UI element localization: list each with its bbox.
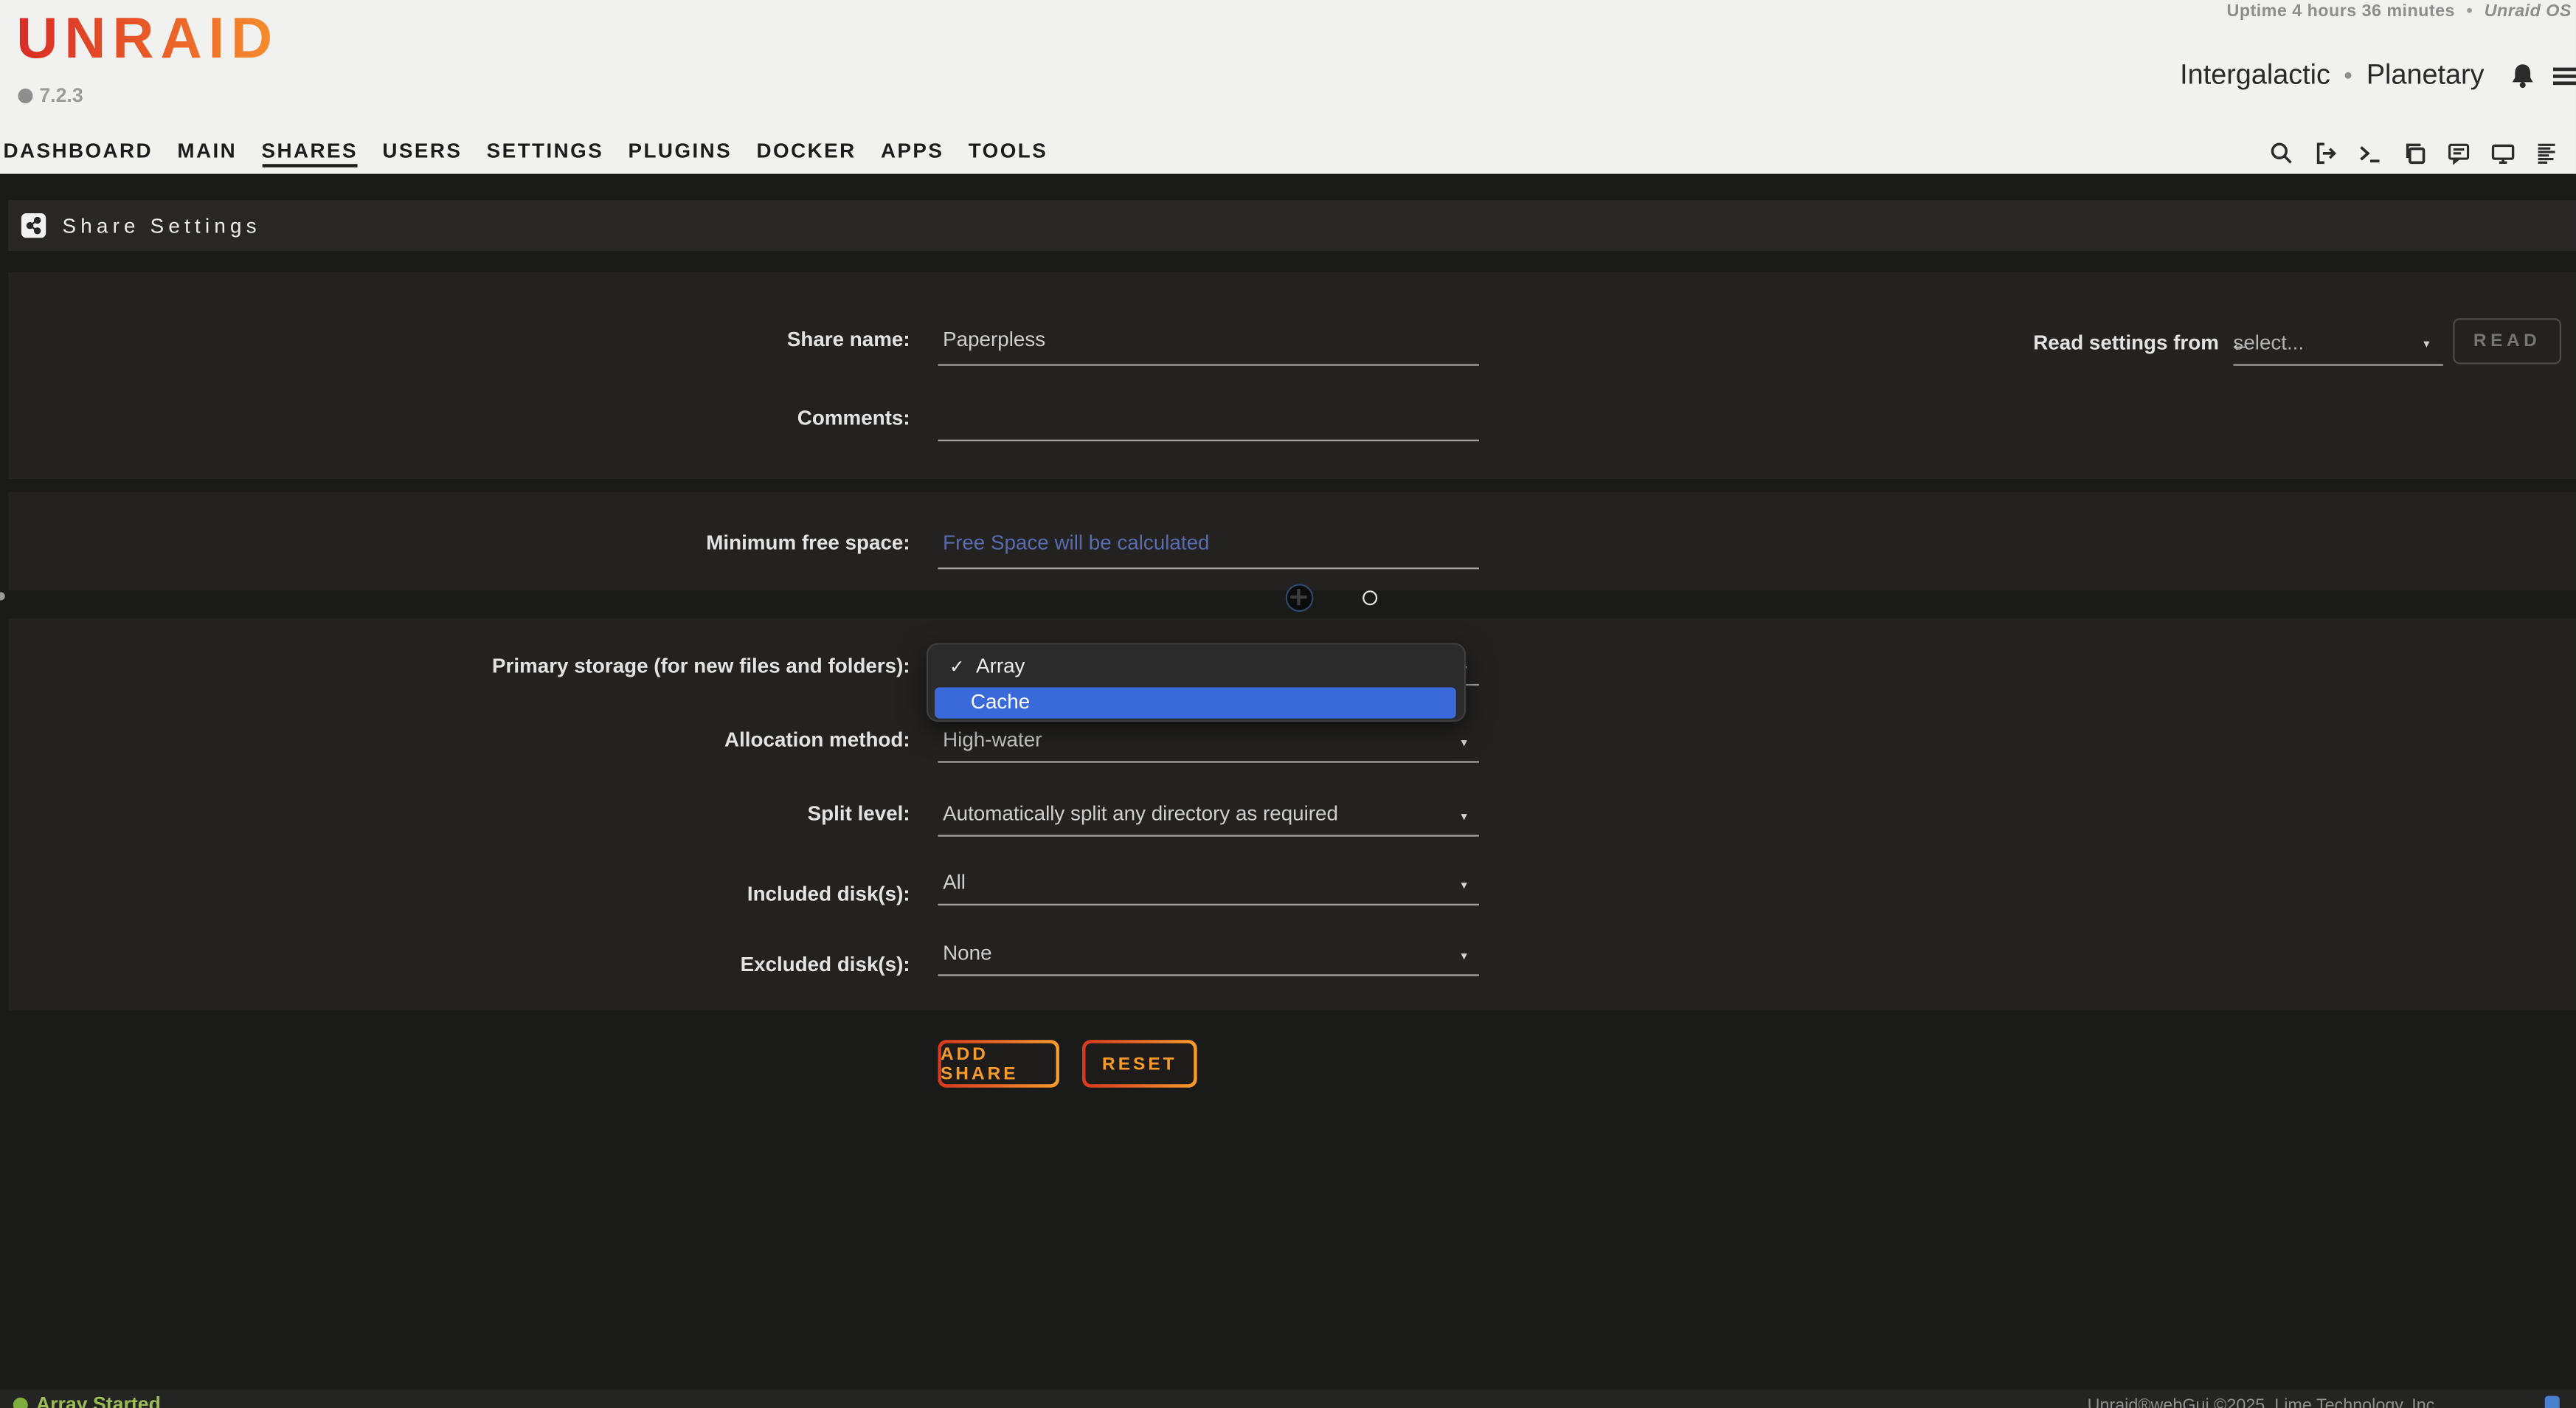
nav-item-docker[interactable]: DOCKER (757, 139, 856, 167)
nav-item-plugins[interactable]: PLUGINS (629, 139, 733, 167)
comments-label: Comments: (0, 407, 910, 429)
uptime-separator-dot: • (2467, 1, 2473, 21)
share-name-underline (938, 364, 1479, 366)
excluded-disks-select[interactable]: None (943, 942, 991, 964)
dropdown-option-array-label: Array (976, 655, 1025, 677)
excluded-disks-caret-icon[interactable]: ▾ (1461, 948, 1467, 963)
read-settings-label-text: Read settings from (2033, 331, 2219, 354)
version-text: 7.2.3 (39, 83, 83, 106)
share-name-label: Share name: (0, 328, 910, 351)
array-status-text: Array Started (36, 1393, 161, 1408)
uptime-text: Uptime 4 hours 36 minutes (2227, 1, 2455, 21)
allocation-method-caret-icon[interactable]: ▾ (1461, 735, 1467, 750)
edge-dot (0, 592, 5, 600)
split-level-label: Split level: (0, 802, 910, 825)
cursor-move-icon (1286, 584, 1314, 612)
min-free-space-input[interactable]: Free Space will be calculated (943, 531, 1209, 554)
footer: Array Started Unraid®webGui ©2025, Lime … (0, 1390, 2576, 1408)
split-level-caret-icon[interactable]: ▾ (1461, 809, 1467, 824)
unraid-share-settings-screen: Uptime 4 hours 36 minutes • Unraid OS Star… (0, 0, 2576, 1408)
min-free-space-label: Minimum free space: (0, 531, 910, 554)
read-settings-underline (2233, 364, 2443, 366)
page-titlebar: Share Settings (8, 200, 2576, 251)
included-disks-label: Included disk(s): (0, 883, 910, 905)
dropdown-option-array[interactable]: ✓ Array (949, 655, 1025, 677)
reset-button[interactable]: RESET (1082, 1040, 1197, 1087)
dropdown-option-cache[interactable]: Cache (935, 687, 1456, 718)
copyright-text: Unraid®webGui ©2025, Lime Technology, In… (2088, 1396, 2440, 1408)
server-identity: Intergalactic Planetary (2180, 59, 2576, 92)
min-free-space-underline (938, 567, 1479, 570)
allocation-method-label: Allocation method: (0, 728, 910, 751)
included-disks-select[interactable]: All (943, 871, 966, 894)
server-separator-dot (2345, 72, 2352, 79)
read-settings-label: Read settings from ← (2033, 331, 2251, 354)
included-disks-caret-icon[interactable]: ▾ (1461, 877, 1467, 892)
toolbar-icons (2269, 131, 2576, 174)
comments-underline (938, 440, 1479, 442)
main-nav: DASHBOARD MAIN SHARES USERS SETTINGS PLU… (3, 131, 1048, 174)
included-disks-underline (938, 904, 1479, 906)
nav-item-users[interactable]: USERS (382, 139, 462, 167)
terminal-icon[interactable] (2358, 140, 2382, 165)
server-name: Intergalactic (2180, 59, 2330, 92)
nav-item-tools[interactable]: TOOLS (969, 139, 1048, 167)
cursor-ring (1363, 590, 1377, 605)
log-icon[interactable] (2535, 140, 2559, 165)
allocation-method-select[interactable]: High-water (943, 728, 1042, 751)
split-level-select[interactable]: Automatically split any directory as req… (943, 802, 1338, 825)
primary-storage-label: Primary storage (for new files and folde… (0, 655, 910, 677)
uptime-status: Uptime 4 hours 36 minutes • Unraid OS Star… (2227, 1, 2576, 21)
header: Uptime 4 hours 36 minutes • Unraid OS Star… (0, 0, 2576, 174)
notification-bell-icon[interactable] (2509, 61, 2537, 89)
array-status: Array Started (13, 1393, 161, 1408)
os-edition-text: Unraid OS Starter (2485, 1, 2576, 21)
unraid-logo[interactable]: UNRAID (16, 7, 279, 72)
feedback-icon[interactable] (2446, 140, 2471, 165)
nav-item-shares[interactable]: SHARES (262, 139, 358, 167)
remote-desktop-icon[interactable] (2490, 140, 2515, 165)
share-name-input[interactable]: Paperpless (943, 328, 1045, 351)
excluded-disks-label: Excluded disk(s): (0, 953, 910, 976)
server-description: Planetary (2366, 59, 2485, 92)
excluded-disks-underline (938, 974, 1479, 976)
share-settings-icon (21, 213, 46, 238)
read-settings-select[interactable]: select... (2233, 331, 2304, 354)
panel-share-identity (8, 272, 2576, 479)
menu-icon[interactable] (2552, 61, 2576, 89)
read-settings-caret-icon[interactable]: ▾ (2423, 337, 2429, 351)
check-icon: ✓ (949, 655, 964, 677)
add-share-button-label: ADD SHARE (941, 1043, 1056, 1085)
version-badge: 7.2.3 (18, 83, 83, 106)
footer-status-dot (13, 1397, 28, 1408)
nav-item-apps[interactable]: APPS (881, 139, 944, 167)
read-button[interactable]: READ (2453, 318, 2561, 364)
nav-item-main[interactable]: MAIN (177, 139, 237, 167)
sign-out-icon[interactable] (2313, 140, 2338, 165)
copy-icon[interactable] (2402, 140, 2426, 165)
page-title: Share Settings (62, 214, 260, 237)
reset-button-label: RESET (1085, 1043, 1195, 1085)
footer-info-icon[interactable] (2545, 1396, 2560, 1408)
primary-storage-dropdown: ✓ Array Cache (927, 643, 1466, 722)
search-icon[interactable] (2269, 140, 2293, 165)
split-level-underline (938, 835, 1479, 837)
version-icon (18, 88, 32, 103)
nav-item-dashboard[interactable]: DASHBOARD (3, 139, 153, 167)
nav-item-settings[interactable]: SETTINGS (487, 139, 604, 167)
add-share-button[interactable]: ADD SHARE (938, 1040, 1059, 1087)
allocation-method-underline (938, 761, 1479, 763)
